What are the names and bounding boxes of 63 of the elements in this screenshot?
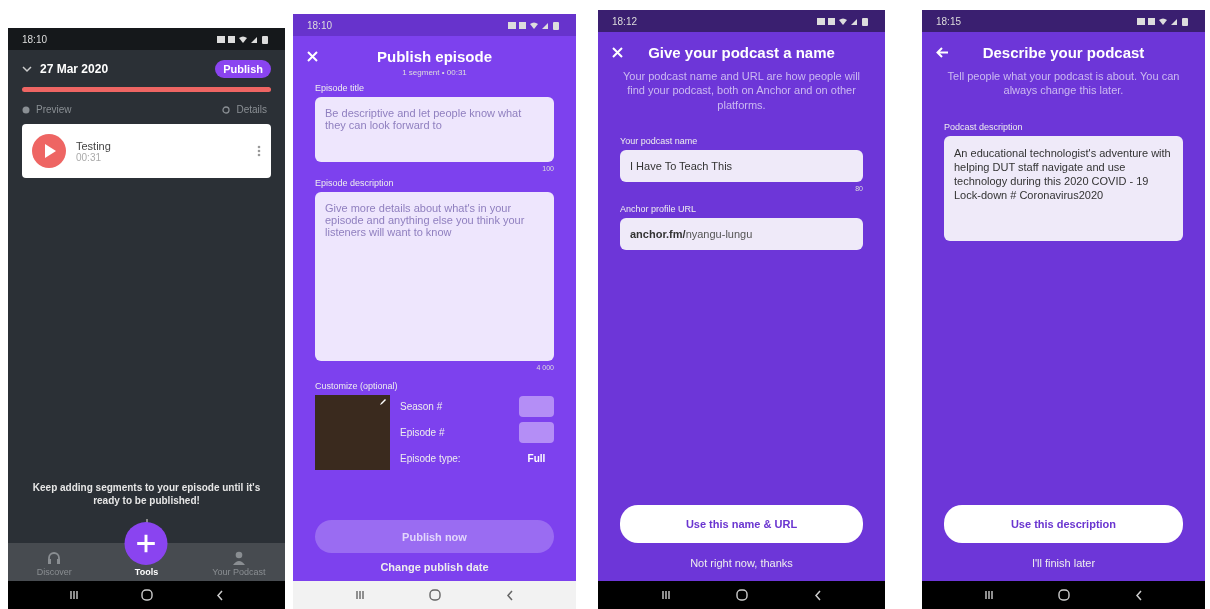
option-label: Season # <box>400 401 443 412</box>
hint-text: Keep adding segments to your episode until it's ready to be published! <box>31 481 262 507</box>
status-icons-drawing <box>817 16 871 26</box>
plus-icon[interactable] <box>124 522 169 565</box>
segment-title: Testing <box>76 139 112 152</box>
url-field[interactable]: anchor.fm/nyangu-lungu <box>620 217 863 250</box>
preview-link[interactable]: Preview <box>36 104 72 115</box>
screen-title: Give your podcast a name <box>648 44 835 61</box>
back-icon[interactable] <box>814 589 823 601</box>
screen-title: Describe your podcast <box>982 44 1145 61</box>
field-label: Your podcast name <box>620 135 699 146</box>
screen-title: Publish episode <box>377 48 492 65</box>
circle-icon <box>222 105 231 114</box>
field-label: Anchor profile URL <box>620 203 698 214</box>
field-label: Episode title <box>315 83 366 93</box>
text-field[interactable]: An educational technologist's adventure with helping DUT staff navigate and use technology during this 2020 COVID - 19 Lock-down # Coronavirus2020 <box>944 135 1183 241</box>
secondary-link[interactable]: I'll finish later <box>1031 557 1096 569</box>
number-field[interactable] <box>519 422 554 443</box>
headphones-icon <box>47 551 62 565</box>
details-link[interactable]: Details <box>236 104 267 115</box>
close-icon[interactable] <box>307 51 318 62</box>
episode-date: 27 Mar 2020 <box>40 62 110 76</box>
secondary-link[interactable]: Change publish date <box>380 561 489 573</box>
recents-icon[interactable] <box>355 590 366 600</box>
option-value[interactable]: Full <box>519 453 554 464</box>
recents-icon[interactable] <box>69 590 80 600</box>
status-icons-drawing <box>508 20 562 30</box>
status-time: 18:12 <box>612 15 638 27</box>
recents-icon[interactable] <box>660 590 671 600</box>
close-icon[interactable] <box>612 47 623 58</box>
field-label: Podcast description <box>944 121 1024 132</box>
pencil-icon[interactable] <box>379 398 387 406</box>
intro-text: Your podcast name and URL are how people will find your podcast, both on Anchor and on other platforms. <box>621 69 862 112</box>
nav-tab[interactable]: Tools <box>100 521 193 581</box>
secondary-link[interactable]: Not right now, thanks <box>690 557 793 569</box>
option-label: Episode type: <box>400 453 461 464</box>
text-field[interactable]: Be descriptive and let people know what they can look forward to <box>315 97 554 162</box>
primary-button[interactable]: Use this description <box>944 505 1183 543</box>
screen-subtitle: 1 segment • 00:31 <box>401 68 468 77</box>
primary-button[interactable]: Use this name & URL <box>620 505 863 543</box>
intro-text: Tell people what your podcast is about. You can always change this later. <box>946 69 1181 98</box>
chevron-down-icon[interactable] <box>22 65 32 73</box>
url-value: nyangu-lungu <box>685 227 753 240</box>
status-time: 18:10 <box>307 19 333 31</box>
status-time: 18:15 <box>936 15 962 27</box>
back-arrow-icon[interactable] <box>936 47 949 58</box>
recents-icon[interactable] <box>984 590 995 600</box>
segment-duration: 00:31 <box>76 151 102 163</box>
option-label: Episode # <box>400 427 445 438</box>
more-icon[interactable] <box>257 145 261 157</box>
url-prefix: anchor.fm/ <box>630 227 686 240</box>
person-icon <box>231 551 246 565</box>
number-field[interactable] <box>519 396 554 417</box>
status-time: 18:10 <box>22 33 48 45</box>
publish-button[interactable]: Publish <box>215 60 271 78</box>
play-icon[interactable] <box>32 134 66 168</box>
text-field[interactable]: I Have To Teach This <box>620 149 863 182</box>
text-field[interactable]: Give more details about what's in your episode and anything else you think your listeners will want to know <box>315 192 554 361</box>
field-label: Episode description <box>315 178 395 188</box>
segment-card[interactable]: Testing 00:31 <box>22 124 271 178</box>
section-label: Customize (optional) <box>315 381 399 391</box>
status-icons-drawing <box>1137 16 1191 26</box>
status-icons-drawing <box>217 34 271 44</box>
